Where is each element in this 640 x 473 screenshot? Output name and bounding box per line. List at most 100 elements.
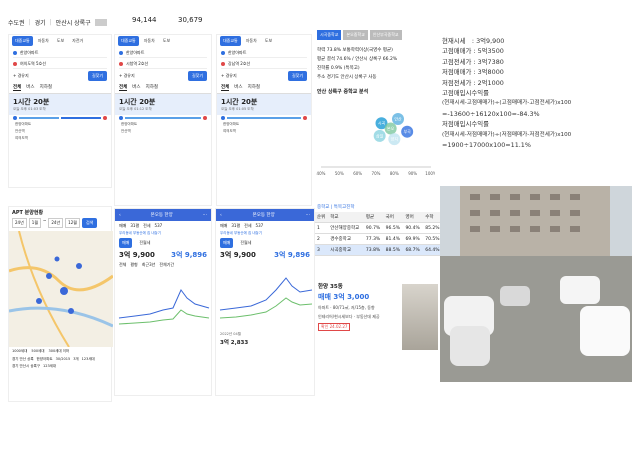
tab-school-1[interactable]: 시곡중학교 [317,30,342,40]
stat-households: 94,144 [132,16,157,24]
view-tab-all[interactable]: 전체 [119,262,126,268]
tab-car[interactable]: 자동차 [141,36,158,46]
share-icon[interactable]: ⋯ [202,213,207,218]
tab-size[interactable]: 31평 [130,223,139,229]
tab-walk[interactable]: 도보 [160,36,173,46]
school-tabs: 시곡중학교 본오중학교 안산부곡중학교 [315,28,440,42]
route-stop: 여의도역 [15,136,28,140]
tab-transit[interactable]: 대중교통 [12,36,33,46]
route-panel-1: 대중교통 자동차 도보 자전거 한양아파트 여의도역 5호선 + 경유지 길찾기… [8,34,112,188]
crumb-region[interactable]: 수도권 [8,18,25,27]
route-arrival: 오늘 오후 01:12 도착 [119,107,152,111]
scatter-point-label: 시곡 [378,121,386,126]
route-search-button[interactable]: 길찾기 [87,70,107,81]
scatter-point-label: 삼일 [376,132,384,138]
school-info: 학력 73.8% 보통학력이상(국영수 평균) 평균 결석 74.6% / 안산… [317,48,398,80]
apt-date-filter: 24년 1월 ~ 24년 12월 검색 [9,218,111,228]
crumb-province[interactable]: 경기 [35,18,46,27]
route-result[interactable]: 1시간 20분 오늘 오후 01:05 도착 [217,94,311,115]
view-tab-3y[interactable]: 최근3년 [142,262,156,268]
tab-walk[interactable]: 도보 [262,36,275,46]
back-icon[interactable]: ‹ [119,213,121,218]
filter-end-month[interactable]: 12월 [65,218,80,228]
add-waypoint-link[interactable]: + 경유지 [13,73,29,79]
tab-car[interactable]: 자동차 [35,36,52,46]
route-filter-tabs: 전체 버스 지하철 [9,82,111,94]
table-row[interactable]: 1 안산해양중학교 90.7% 96.5% 90.4% 85.2% [315,222,443,234]
tab-bike[interactable]: 자전거 [69,36,86,46]
school-chart-title: 안산 상록구 중학교 분석 [317,89,369,95]
listing-card[interactable]: 한양 35동 매매 3억 3,000 아파트 · 80/71㎡, 저/15층, … [318,282,440,354]
origin-field[interactable]: 한양아파트 [221,49,307,58]
apt-map[interactable] [9,231,113,347]
origin-field[interactable]: 한양아파트 [13,49,107,58]
filter-start-month[interactable]: 1월 [28,218,42,228]
stat-trades: 30,679 [178,16,203,24]
tab-school-2[interactable]: 본오중학교 [343,30,368,40]
table-row[interactable]: 3 시곡중학교 73.8% 88.5% 68.7% 64.4% [315,244,443,256]
scatter-point-label: 본오 [387,126,395,131]
filter-bus[interactable]: 버스 [132,84,140,91]
route-result[interactable]: 1시간 20분 오늘 오후 01:03 도착 [9,94,111,115]
x-tick-label: 70% [372,171,381,176]
tab-transit[interactable]: 대중교통 [118,36,139,46]
tab-trade[interactable]: 매매 [220,223,227,229]
crumb-placeholder [94,18,107,26]
tab-trade[interactable]: 매매 [119,223,126,229]
filter-subway[interactable]: 지하철 [248,84,260,91]
view-tab-all-period[interactable]: 전체기간 [159,262,174,268]
breadcrumb: 수도권 | 경기 | 안산시 상록구 [8,16,107,28]
filter-all[interactable]: 전체 [221,84,230,91]
bottom-price: 3억 2,833 [220,340,249,346]
filter-all[interactable]: 전체 [13,84,22,91]
route-result[interactable]: 1시간 20분 오늘 오후 01:12 도착 [115,94,211,115]
origin-field[interactable]: 한양아파트 [119,49,207,58]
route-stop: 한양아파트 [15,122,32,126]
tab-walk[interactable]: 도보 [54,36,67,46]
table-row[interactable]: 경기 안산 상록 한양아파트 30/2015 3개 123세대 [9,356,111,363]
subtab-trade[interactable]: 매매 [220,238,234,248]
school-scatter-chart[interactable]: 40% 50% 60% 70% 80% 90% 100% 시곡본오 안산부곡삼일양지 [315,97,437,177]
crumb-district[interactable]: 안산시 상록구 [56,18,91,27]
tab-jeonse[interactable]: 전세 [244,223,251,229]
x-tick-label: 90% [408,171,417,176]
filter-all[interactable]: 전체 [119,84,128,91]
back-icon[interactable]: ‹ [220,213,222,218]
price-trend-chart[interactable] [115,270,212,330]
tab-jeonse[interactable]: 전세 [143,223,150,229]
subtab-rent[interactable]: 전월세 [237,238,254,248]
filter-start-year[interactable]: 24년 [12,218,27,228]
route-arrival: 오늘 오후 01:03 도착 [13,107,46,111]
filter-end-year[interactable]: 24년 [48,218,64,228]
listing-count: 537 [154,223,163,228]
tab-car[interactable]: 자동차 [243,36,260,46]
scatter-point-label: 양지 [391,136,399,142]
share-icon[interactable]: ⋯ [305,213,310,218]
subtab-rent[interactable]: 전월세 [136,238,153,248]
filter-bus[interactable]: 버스 [234,84,242,91]
mobile-price-panel-1: ‹ 본오동 한양 ⋯ 매매 31평 전세 537 우리동네 부동산에 집 내놓기 매매 전월… [114,208,212,396]
filter-bus[interactable]: 버스 [26,84,34,91]
x-tick-label: 60% [353,171,362,176]
add-waypoint-link[interactable]: + 경유지 [119,73,135,79]
tab-school-3[interactable]: 안산부곡중학교 [369,30,402,40]
tab-transit[interactable]: 대중교통 [220,36,241,46]
route-stop: 한양아파트 [121,122,138,126]
price-trend-chart[interactable] [216,260,315,330]
destination-field[interactable]: 강남역 2호선 [221,60,307,69]
add-waypoint-link[interactable]: + 경유지 [221,73,237,79]
table-row[interactable]: 2 경수중학교 77.3% 81.4% 69.9% 70.5% [315,233,443,245]
filter-subway[interactable]: 지하철 [40,84,52,91]
filter-subway[interactable]: 지하철 [146,84,158,91]
route-search-button[interactable]: 길찾기 [187,70,207,81]
table-row[interactable]: 경기 안산시 상록구 123세대 [9,363,111,370]
view-tab-size[interactable]: 평형 [130,262,137,268]
destination-field[interactable]: 시청역 2호선 [119,60,207,69]
destination-field[interactable]: 여의도역 5호선 [13,60,107,69]
apt-search-button[interactable]: 검색 [81,218,98,228]
route-search-button[interactable]: 길찾기 [287,70,307,81]
price-asking: 3억 9,896 [274,251,310,259]
route-mode-tabs: 대중교통 자동차 도보 자전거 [9,35,111,47]
subtab-trade[interactable]: 매매 [119,238,133,248]
tab-size[interactable]: 31평 [231,223,240,229]
